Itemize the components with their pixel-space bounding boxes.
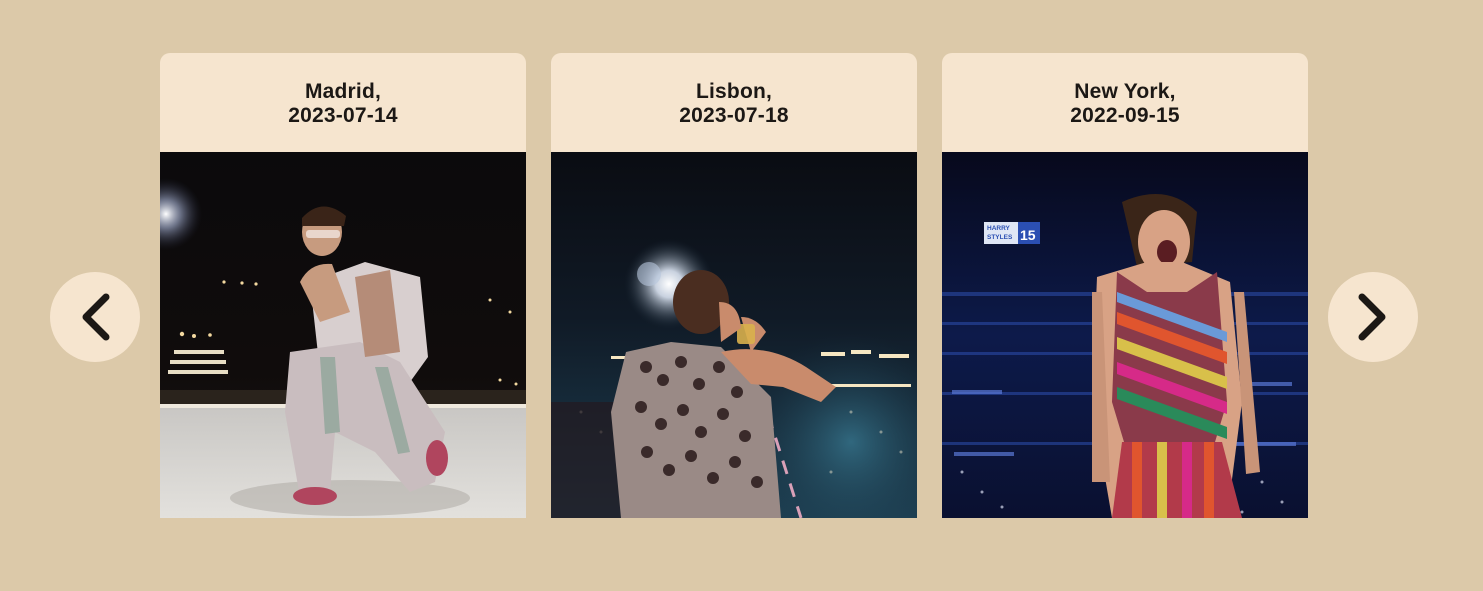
card-city: Madrid, bbox=[304, 79, 382, 103]
svg-text:STYLES: STYLES bbox=[987, 234, 1013, 241]
card-date: 2023-07-14 bbox=[288, 103, 398, 127]
card-header: Madrid, 2023-07-14 bbox=[160, 53, 526, 152]
card-date: 2022-09-15 bbox=[1070, 103, 1180, 127]
tour-card-lisbon[interactable]: Lisbon, 2023-07-18 bbox=[551, 53, 917, 518]
card-date: 2023-07-18 bbox=[679, 103, 789, 127]
card-header: Lisbon, 2023-07-18 bbox=[551, 53, 917, 152]
tour-card-new-york[interactable]: New York, 2022-09-15 HARRY STYLES 15 bbox=[942, 53, 1308, 518]
card-city: New York, bbox=[1074, 79, 1176, 103]
concert-photo-lisbon bbox=[551, 152, 917, 518]
concert-photo-madrid bbox=[160, 152, 526, 518]
concert-photo-new-york: HARRY STYLES 15 bbox=[942, 152, 1308, 518]
card-photo bbox=[160, 152, 526, 518]
tour-card-madrid[interactable]: Madrid, 2023-07-14 bbox=[160, 53, 526, 518]
card-city: Lisbon, bbox=[695, 79, 773, 103]
card-photo bbox=[551, 152, 917, 518]
chevron-right-icon bbox=[1358, 293, 1386, 341]
previous-button[interactable] bbox=[50, 272, 140, 362]
tour-photo-carousel: Madrid, 2023-07-14 Lisbon, 2023-07-18 Ne… bbox=[0, 0, 1483, 591]
svg-text:15: 15 bbox=[1020, 227, 1036, 243]
card-header: New York, 2022-09-15 bbox=[942, 53, 1308, 152]
card-photo: HARRY STYLES 15 bbox=[942, 152, 1308, 518]
svg-text:HARRY: HARRY bbox=[987, 225, 1011, 232]
harry-styles-banner: HARRY STYLES 15 bbox=[984, 222, 1040, 244]
next-button[interactable] bbox=[1328, 272, 1418, 362]
chevron-left-icon bbox=[82, 293, 110, 341]
